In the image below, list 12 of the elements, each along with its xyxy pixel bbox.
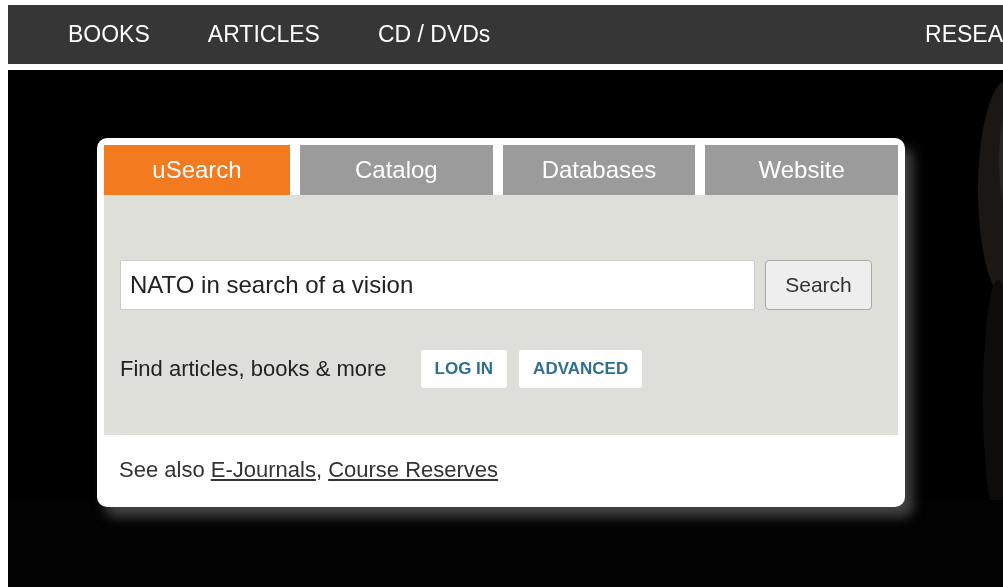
hint-text: Find articles, books & more [120,355,387,384]
search-field[interactable]: NATO in search of a vision [120,260,755,310]
see-also-text: See also E-Journals, Course Reserves [118,456,500,484]
link[interactable]: E-Journals [210,457,316,482]
nav-link[interactable]: RESEA [925,17,1003,52]
link-button[interactable]: LOG IN [420,350,508,388]
link[interactable]: Course Reserves [328,457,499,482]
search-button[interactable]: Search [765,260,872,310]
link-button[interactable]: ADVANCED [519,350,643,388]
nav-link[interactable]: BOOKS [68,17,150,52]
nav-link[interactable]: CD / DVDs [377,17,491,52]
nav-link[interactable]: ARTICLES [207,17,320,52]
